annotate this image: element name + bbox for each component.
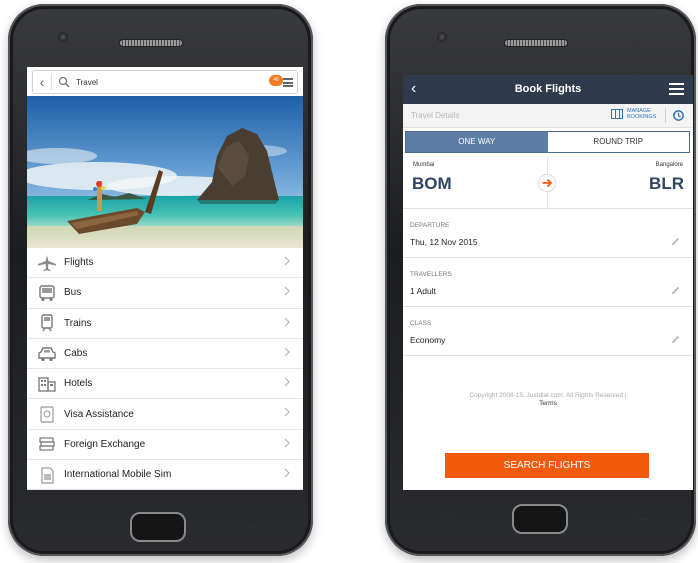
menu-key-icon[interactable]: ▭ [64, 521, 74, 534]
travel-menu-list: Flights Bus Trains Cabs Hotels Visa Assi… [27, 248, 303, 490]
pencil-icon[interactable] [670, 236, 681, 247]
manage-bookings-button[interactable]: MANAGE BOOKINGS [611, 108, 657, 120]
menu-item-label: Flights [64, 257, 94, 269]
menu-item-label: Hotels [64, 378, 93, 390]
cab-icon [38, 346, 56, 361]
chevron-right-icon [284, 347, 290, 357]
travellers-field[interactable]: TRAVELLERS 1 Adult [403, 258, 693, 307]
chevron-right-icon [284, 408, 290, 417]
travel-details-bar: Travel Details MANAGE BOOKINGS [403, 104, 693, 128]
menu-item-bus[interactable]: Bus [27, 278, 303, 309]
menu-item-label: Bus [64, 287, 82, 299]
chevron-right-icon [284, 377, 290, 387]
front-camera [58, 32, 68, 42]
hamburger-menu-icon[interactable] [669, 83, 684, 95]
visa-icon [40, 406, 54, 423]
back-key-icon[interactable]: ↩ [639, 513, 648, 526]
chevron-right-icon [284, 468, 290, 478]
from-airport-code[interactable]: BOM [412, 174, 452, 194]
top-bar: ‹ Book Flights [403, 75, 693, 104]
menu-key-icon[interactable]: ▭ [443, 513, 453, 526]
notification-badge[interactable]: 48 [269, 75, 283, 86]
search-bar[interactable]: ‹ Travel 48 [32, 70, 298, 94]
route-selector: Mumbai BOM Bangalore BLR [403, 157, 693, 209]
train-icon [41, 314, 53, 332]
class-label: CLASS [410, 320, 432, 327]
chevron-right-icon [284, 256, 290, 266]
terms-link[interactable]: Terms [433, 400, 663, 408]
plane-icon [38, 254, 56, 271]
divider [51, 74, 52, 90]
history-icon[interactable] [672, 109, 685, 122]
travellers-label: TRAVELLERS [410, 271, 452, 278]
search-input[interactable]: Travel [76, 78, 297, 87]
hamburger-menu-icon[interactable] [283, 78, 293, 87]
pencil-icon[interactable] [670, 285, 681, 296]
back-key-icon[interactable]: ↩ [248, 521, 257, 534]
menu-item-label: Foreign Exchange [64, 438, 146, 450]
divider [665, 108, 666, 123]
earpiece-speaker [120, 40, 182, 46]
copyright-footer: Copyright 2008-15, Justdial.com. All Rig… [433, 392, 663, 408]
bus-icon [39, 285, 55, 301]
stage: ▭ ↩ ‹ Travel 48 Flights Bus Trains Cabs … [0, 0, 698, 563]
menu-item-flights[interactable]: Flights [27, 248, 303, 279]
trip-type-tabs: ONE WAY ROUND TRIP [405, 131, 690, 153]
departure-value: Thu, 12 Nov 2015 [410, 237, 478, 247]
manage-bookings-label: MANAGE BOOKINGS [627, 108, 657, 120]
menu-item-foreign-exchange[interactable]: Foreign Exchange [27, 429, 303, 461]
departure-field[interactable]: DEPARTURE Thu, 12 Nov 2015 [403, 209, 693, 258]
travellers-value: 1 Adult [410, 286, 436, 296]
travel-details-label: Travel Details [411, 111, 460, 120]
hero-beach-image [27, 96, 303, 248]
bookings-grid-icon [611, 109, 623, 119]
menu-item-hotels[interactable]: Hotels [27, 369, 303, 400]
search-icon [58, 76, 70, 88]
menu-item-label: International Mobile Sim [64, 469, 172, 481]
money-icon [39, 437, 55, 452]
page-title: Book Flights [514, 83, 582, 95]
menu-item-international-mobile-sim[interactable]: International Mobile Sim [27, 460, 303, 490]
menu-item-label: Visa Assistance [64, 408, 134, 420]
tab-one-way[interactable]: ONE WAY [406, 132, 548, 152]
departure-label: DEPARTURE [410, 222, 450, 229]
travel-screen: ‹ Travel 48 Flights Bus Trains Cabs Hote… [27, 67, 303, 490]
menu-item-trains[interactable]: Trains [27, 308, 303, 339]
chevron-right-icon [284, 317, 290, 327]
to-city[interactable]: Bangalore [656, 162, 683, 168]
menu-item-cabs[interactable]: Cabs [27, 338, 303, 370]
copyright-text: Copyright 2008-15, Justdial.com. All Rig… [469, 392, 627, 399]
hotel-icon [38, 377, 56, 392]
front-camera [437, 32, 447, 42]
menu-item-label: Trains [64, 317, 92, 329]
home-button[interactable] [512, 504, 568, 534]
arrow-right-icon[interactable] [538, 174, 556, 192]
book-flights-screen: ‹ Book Flights Travel Details MANAGE BOO… [403, 75, 693, 490]
search-flights-button[interactable]: SEARCH FLIGHTS [445, 453, 649, 478]
menu-item-visa-assistance[interactable]: Visa Assistance [27, 399, 303, 430]
class-field[interactable]: CLASS Economy [403, 307, 693, 356]
from-city[interactable]: Mumbai [413, 162, 434, 168]
earpiece-speaker [505, 40, 567, 46]
sim-icon [41, 467, 54, 484]
home-button[interactable] [130, 512, 186, 542]
menu-item-label: Cabs [64, 348, 88, 360]
back-arrow-icon[interactable]: ‹ [33, 74, 51, 90]
class-value: Economy [410, 335, 446, 345]
chevron-right-icon [284, 286, 290, 296]
tab-round-trip[interactable]: ROUND TRIP [547, 132, 689, 152]
chevron-right-icon [284, 438, 290, 448]
pencil-icon[interactable] [670, 334, 681, 345]
to-airport-code[interactable]: BLR [649, 174, 684, 194]
